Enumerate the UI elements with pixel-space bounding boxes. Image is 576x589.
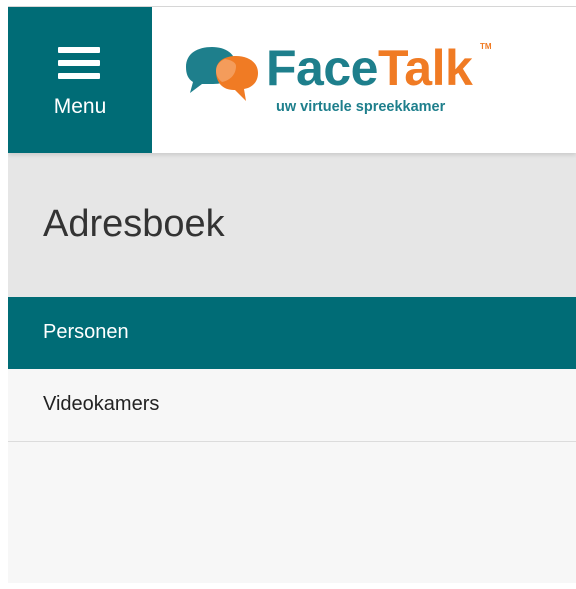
nav-item-personen[interactable]: Personen — [8, 297, 576, 369]
page-title-bar: Adresboek — [8, 153, 576, 297]
menu-label: Menu — [53, 95, 107, 118]
nav-item-videokamers[interactable]: Videokamers — [8, 369, 576, 442]
logo-tagline: uw virtuele spreekkamer — [276, 99, 446, 115]
nav-item-label: Personen — [43, 321, 129, 343]
logo-trademark: TM — [480, 42, 492, 51]
logo-wordmark: FaceTalk — [266, 40, 473, 96]
menu-button[interactable]: Menu — [8, 7, 152, 153]
page-title: Adresboek — [43, 203, 225, 245]
header: Menu FaceTalk TM uw virtuele spreekkamer — [8, 7, 576, 153]
speech-bubbles-logo-icon — [186, 47, 258, 101]
nav-item-label: Videokamers — [43, 393, 160, 415]
hamburger-icon — [58, 47, 100, 79]
facetalk-logo[interactable]: FaceTalk TM uw virtuele spreekkamer — [180, 39, 500, 129]
app-frame: Menu FaceTalk TM uw virtuele spreekkamer… — [8, 6, 576, 583]
